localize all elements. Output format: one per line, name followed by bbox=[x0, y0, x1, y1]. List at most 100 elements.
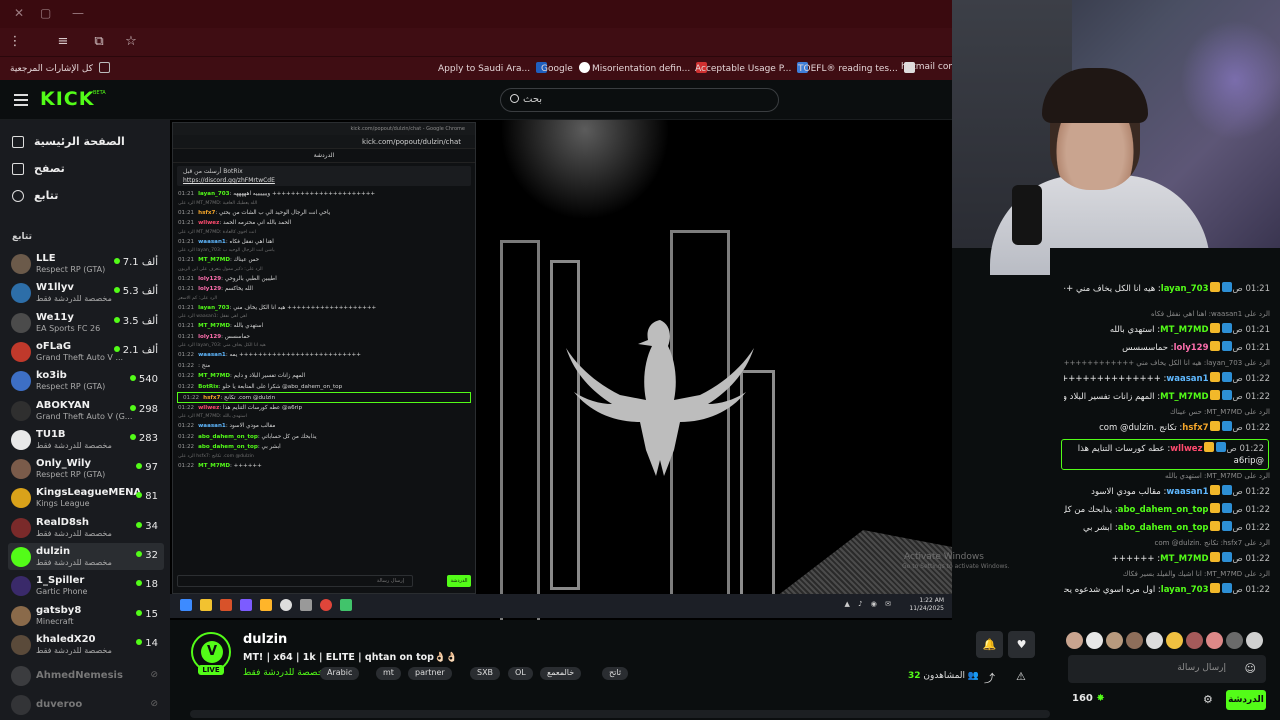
message-user[interactable]: layan_703 bbox=[198, 191, 229, 197]
emote[interactable] bbox=[1206, 632, 1223, 649]
emote[interactable] bbox=[1066, 632, 1083, 649]
message-user[interactable]: layan_703 bbox=[198, 305, 229, 311]
message-user[interactable]: loly129 bbox=[198, 334, 221, 340]
emote[interactable] bbox=[1126, 632, 1143, 649]
message-user[interactable]: abo_dahem_on_top bbox=[198, 444, 258, 450]
bookmark-acceptable-usage[interactable]: Acceptable Usage P... bbox=[695, 62, 809, 74]
bookmark-star-icon[interactable]: ☆ bbox=[122, 33, 140, 51]
message-user[interactable]: abo_dahem_on_top bbox=[1118, 505, 1209, 515]
share-icon[interactable]: ⤴ bbox=[984, 670, 995, 686]
channel-points[interactable]: 160 ✸ bbox=[1072, 693, 1105, 704]
pinned-link[interactable]: https://discord.gg/zhFMrtwCdE bbox=[183, 177, 465, 184]
emote[interactable] bbox=[1226, 632, 1243, 649]
stream-tag[interactable]: ثاتح bbox=[602, 667, 629, 680]
horizontal-scrollbar[interactable] bbox=[190, 710, 1050, 718]
close-window-icon[interactable]: ✕ bbox=[14, 6, 24, 20]
app-icon[interactable] bbox=[220, 599, 232, 611]
message-user[interactable]: MT_M7MD bbox=[198, 257, 230, 263]
notify-button[interactable]: 🔔 bbox=[976, 631, 1003, 658]
system-tray[interactable]: ▲ ♪ ◉ ✉ bbox=[845, 600, 895, 608]
message-user[interactable]: waasan1 bbox=[198, 352, 226, 358]
emote[interactable] bbox=[1106, 632, 1123, 649]
windows-start-icon[interactable] bbox=[180, 599, 192, 611]
media-control-icon[interactable]: ≡ bbox=[54, 33, 72, 51]
shared-chat-input[interactable]: إرسال رسالة bbox=[177, 575, 413, 587]
message-user[interactable]: MT_M7MD bbox=[1160, 325, 1208, 335]
chrome-icon[interactable] bbox=[320, 599, 332, 611]
message-user[interactable]: layan_703 bbox=[1161, 284, 1209, 294]
bookmark-misorientation[interactable]: Misorientation defin... bbox=[592, 62, 708, 74]
follow-button[interactable]: ♥ bbox=[1008, 631, 1035, 658]
minimize-window-icon[interactable]: — bbox=[72, 6, 84, 20]
file-explorer-icon[interactable] bbox=[200, 599, 212, 611]
sidebar-channel-offline[interactable]: duveroo ⊘ bbox=[8, 691, 164, 718]
message-user[interactable]: loly129 bbox=[198, 286, 221, 292]
chat-input[interactable]: إرسال رسالة ☺ bbox=[1068, 655, 1266, 683]
emote[interactable] bbox=[1246, 632, 1263, 649]
sidebar-channel-offline[interactable]: AhmedNemesis ⊘ bbox=[8, 662, 164, 689]
emoji-icon[interactable]: ☺ bbox=[1245, 662, 1256, 675]
sidebar-channel[interactable]: oFLaG Grand Theft Auto V ... 2.1 ألف bbox=[8, 338, 164, 365]
emote[interactable] bbox=[1186, 632, 1203, 649]
message-user[interactable]: MT_M7MD bbox=[198, 463, 230, 469]
report-icon[interactable]: ⚠ bbox=[1016, 670, 1026, 683]
sidebar-channel[interactable]: dulzin مخصصة للدردشة فقط 32 bbox=[8, 543, 164, 570]
message-user[interactable]: hsfx7 bbox=[198, 210, 215, 216]
sidebar-channel[interactable]: LLE Respect RP (GTA) 7.1 ألف bbox=[8, 250, 164, 277]
sidebar-channel[interactable]: ko3ib Respect RP (GTA) 540 bbox=[8, 367, 164, 394]
extensions-icon[interactable]: ⧉ bbox=[90, 33, 108, 51]
gear-icon[interactable]: ⚙ bbox=[1203, 693, 1213, 706]
message-user[interactable]: MT_M7MD bbox=[1160, 554, 1208, 564]
sidebar-channel[interactable]: RealD8sh مخصصة للدردشة فقط 34 bbox=[8, 514, 164, 541]
app-icon[interactable] bbox=[260, 599, 272, 611]
message-user[interactable]: abo_dahem_on_top bbox=[1118, 523, 1209, 533]
message-user[interactable]: abo_dahem_on_top bbox=[198, 434, 258, 440]
sidebar-channel[interactable]: W1llyv مخصصة للدردشة فقط 5.3 ألف bbox=[8, 279, 164, 306]
sidebar-channel[interactable]: 1_Spiller Gartic Phone 18 bbox=[8, 572, 164, 599]
nav-browse[interactable]: تصفح bbox=[12, 161, 162, 181]
sidebar-channel[interactable]: gatsby8 Minecraft 15 bbox=[8, 602, 164, 629]
stream-tag[interactable]: خالمعمع bbox=[540, 667, 582, 680]
stream-category[interactable]: مخصصة للدردشة فقط bbox=[243, 668, 328, 678]
emote[interactable] bbox=[1166, 632, 1183, 649]
sidebar-channel[interactable]: ABOKYAN Grand Theft Auto V (G... 298 bbox=[8, 397, 164, 424]
sidebar-channel[interactable]: Only_Wily Respect RP (GTA) 97 bbox=[8, 455, 164, 482]
bookmark-all[interactable]: كل الإشارات المرجعية bbox=[10, 62, 110, 74]
bookmark-google[interactable]: Google bbox=[541, 62, 590, 74]
message-user[interactable]: wllwez bbox=[1170, 444, 1202, 454]
app-icon[interactable] bbox=[340, 599, 352, 611]
message-user[interactable]: MT_M7MD bbox=[198, 373, 230, 379]
stream-tag[interactable]: mt bbox=[376, 667, 401, 680]
shared-chat-send[interactable]: الدردشة bbox=[447, 575, 471, 587]
message-user[interactable]: loly129 bbox=[1174, 343, 1209, 353]
obs-icon[interactable] bbox=[280, 599, 292, 611]
message-user[interactable]: waasan1 bbox=[198, 423, 226, 429]
app-icon[interactable] bbox=[300, 599, 312, 611]
message-user[interactable]: MT_M7MD bbox=[198, 323, 230, 329]
message-user[interactable]: MT_M7MD bbox=[1160, 392, 1208, 402]
chat-send-button[interactable]: الدردشة bbox=[1226, 690, 1266, 710]
sidebar-channel[interactable]: We11y EA Sports FC 26 3.5 ألف bbox=[8, 309, 164, 336]
message-user[interactable]: BotRix bbox=[198, 384, 219, 390]
sidebar-channel[interactable]: TU1B مخصصة للدردشة فقط 283 bbox=[8, 426, 164, 453]
sidebar-channel[interactable]: KingsLeagueMENA Kings League 81 bbox=[8, 484, 164, 511]
search-input[interactable]: بحث bbox=[500, 88, 779, 112]
hamburger-menu-icon[interactable] bbox=[14, 94, 28, 106]
message-user[interactable]: waasan1 bbox=[1166, 374, 1208, 384]
menu-dots-icon[interactable]: ⋮ bbox=[6, 33, 24, 51]
stream-tag[interactable]: OL bbox=[508, 667, 533, 680]
message-user[interactable]: loly129 bbox=[198, 276, 221, 282]
message-user[interactable]: wllwez bbox=[198, 220, 219, 226]
nav-home[interactable]: الصفحة الرئيسية bbox=[12, 134, 162, 154]
message-user[interactable]: waasan1 bbox=[1166, 487, 1208, 497]
bookmark-saudi[interactable]: Apply to Saudi Ara... bbox=[438, 62, 548, 74]
emote[interactable] bbox=[1146, 632, 1163, 649]
message-user[interactable]: hsfx7 bbox=[1182, 423, 1208, 433]
emote[interactable] bbox=[1086, 632, 1103, 649]
stream-tag[interactable]: partner bbox=[408, 667, 452, 680]
maximize-window-icon[interactable]: ▢ bbox=[40, 6, 51, 20]
streamer-name[interactable]: dulzin bbox=[243, 632, 287, 647]
stream-tag[interactable]: SXB bbox=[470, 667, 501, 680]
message-user[interactable]: layan_703 bbox=[1161, 585, 1209, 595]
bookmark-toefl[interactable]: TOEFL® reading tes... bbox=[798, 62, 915, 74]
